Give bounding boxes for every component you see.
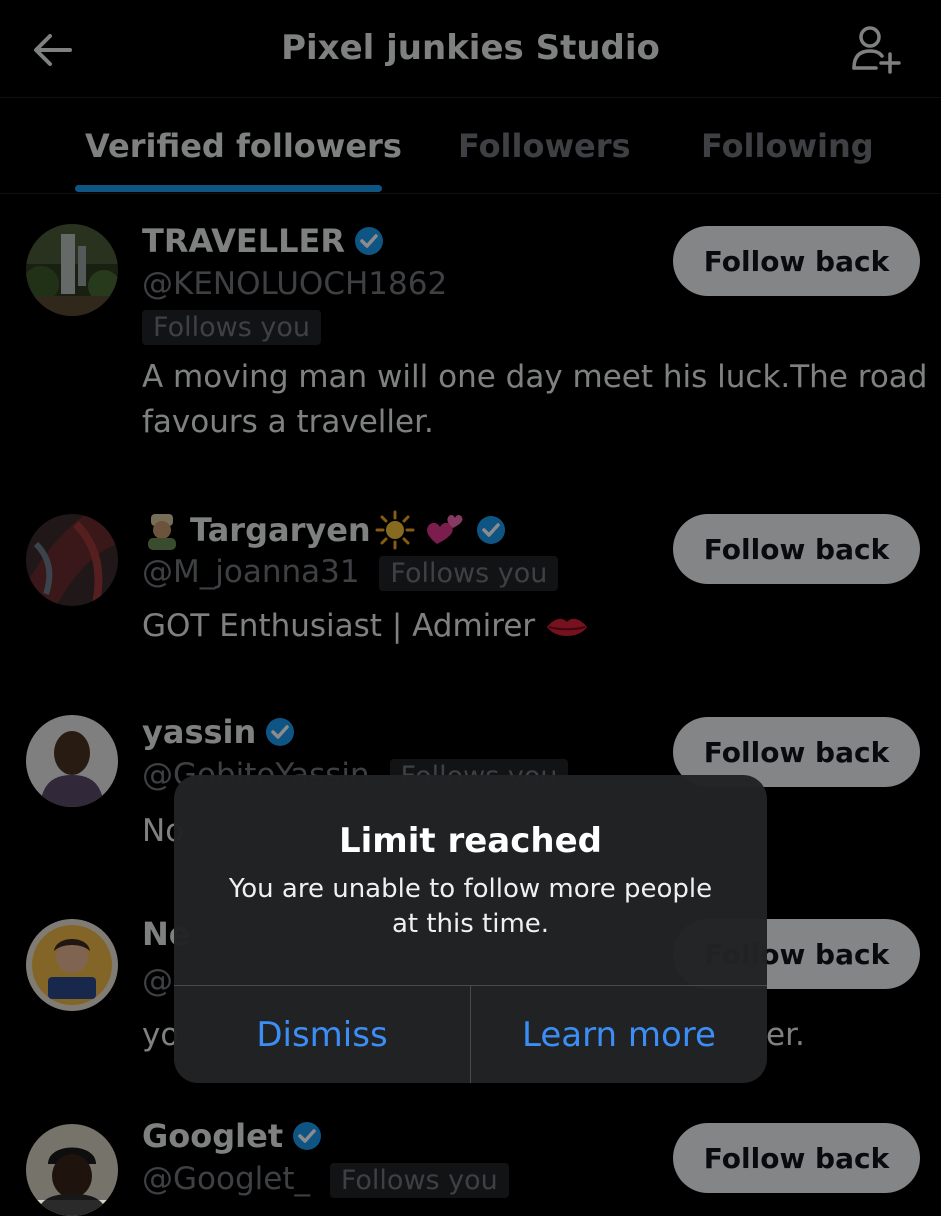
alert-message-line: You are unable to follow more people xyxy=(228,874,713,904)
alert-message-line: at this time. xyxy=(391,909,550,939)
alert-message: You are unable to follow more people at … xyxy=(214,872,727,942)
limit-reached-alert: Limit reached You are unable to follow m… xyxy=(174,775,767,1083)
learn-more-button[interactable]: Learn more xyxy=(471,986,767,1083)
dismiss-button[interactable]: Dismiss xyxy=(174,986,470,1083)
alert-title: Limit reached xyxy=(338,821,603,861)
